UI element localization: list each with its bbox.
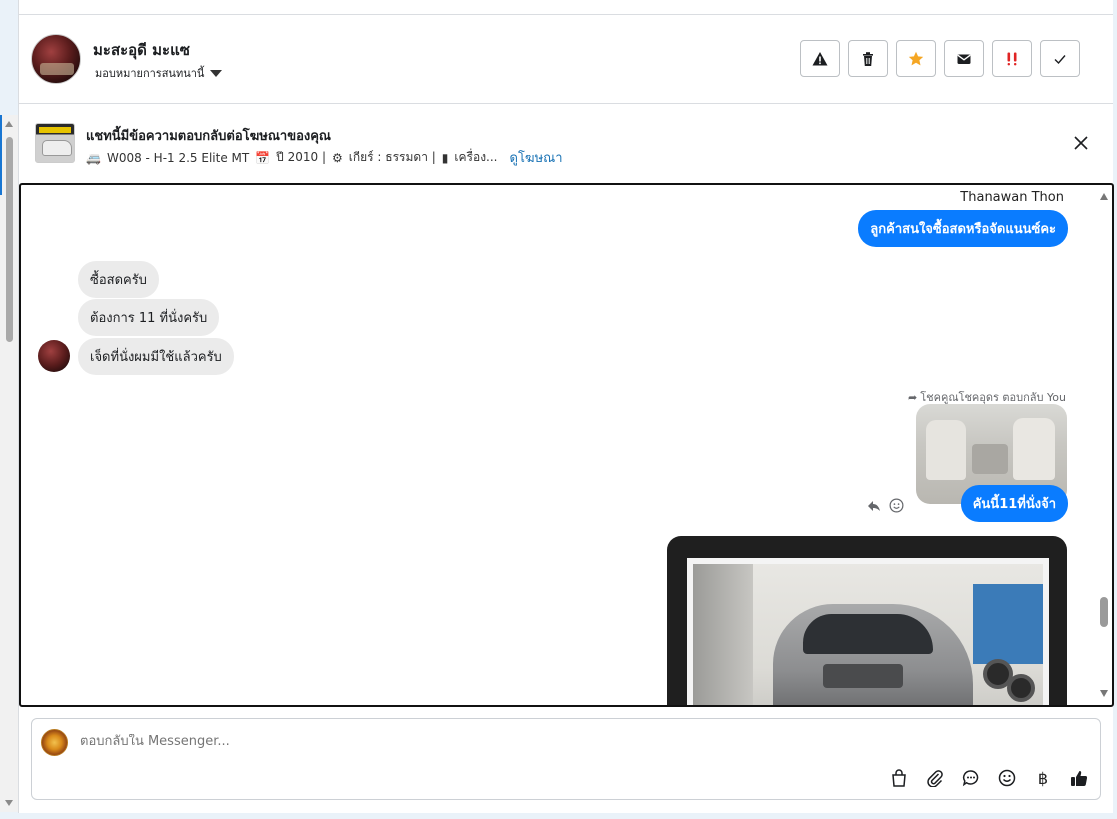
assign-conversation-dropdown[interactable]: มอบหมายการสนทนานี้: [95, 64, 223, 82]
page-scrollbar[interactable]: [0, 115, 18, 812]
contact-avatar-small: [38, 340, 70, 372]
like-button[interactable]: [1068, 767, 1090, 789]
spam-button[interactable]: [992, 40, 1032, 77]
chat-panel: มะสะอุดี มะแซ มอบหมายการสนทนานี้ แชทนี้ม…: [18, 0, 1114, 813]
attach-button[interactable]: [924, 767, 946, 789]
shopping-bag-button[interactable]: [888, 767, 910, 789]
gear-icon: ⚙: [332, 150, 343, 165]
battery-icon: ▮: [441, 150, 449, 165]
image-detail: [1013, 418, 1055, 480]
chat-bubble-icon: [962, 770, 979, 787]
delete-button[interactable]: [848, 40, 888, 77]
conversation-scrollbar[interactable]: [1096, 185, 1112, 705]
van-icon: 🚐: [86, 150, 101, 165]
image-detail: [972, 444, 1008, 474]
van-photo[interactable]: [693, 564, 1043, 705]
conversation-thread[interactable]: Thanawan Thon ลูกค้าสนใจซื้อสดหรือจัดแนน…: [19, 183, 1114, 707]
ad-engine: เครื่อง...: [454, 150, 498, 164]
ad-model: W008 - H-1 2.5 Elite MT: [106, 150, 250, 165]
header-actions: [800, 40, 1080, 77]
emoji-icon: [998, 769, 1016, 787]
ad-gear: เกียร์ : ธรรมดา |: [348, 150, 436, 164]
photo-detail: [1007, 674, 1035, 702]
message-incoming[interactable]: เจ็ดที่นั่งผมมีใช้แล้วครับ: [78, 338, 234, 375]
assign-label: มอบหมายการสนทนานี้: [95, 67, 205, 80]
chat-header: มะสะอุดี มะแซ มอบหมายการสนทนานี้: [19, 16, 1113, 104]
emoji-button[interactable]: [996, 767, 1018, 789]
scroll-accent: [0, 115, 2, 195]
ad-reply-banner: แชทนี้มีข้อความตอบกลับต่อโฆษณาของคุณ 🚐 W…: [19, 105, 1113, 183]
message-outgoing[interactable]: ลูกค้าสนใจซื้อสดหรือจัดแนนซ์คะ: [858, 210, 1068, 247]
photo-detail: [693, 564, 753, 705]
scroll-up-arrow-icon[interactable]: [5, 121, 13, 127]
report-button[interactable]: [800, 40, 840, 77]
contact-name[interactable]: มะสะอุดี มะแซ: [93, 38, 190, 62]
page-avatar: [41, 729, 68, 756]
ad-year: ปี 2010 |: [276, 150, 326, 164]
envelope-icon: [957, 54, 971, 64]
photo-detail: [803, 614, 933, 654]
mark-done-button[interactable]: [1040, 40, 1080, 77]
star-button[interactable]: [896, 40, 936, 77]
trash-icon: [863, 51, 873, 66]
sender-name: Thanawan Thon: [960, 190, 1064, 205]
ad-thumbnail[interactable]: [35, 123, 75, 163]
message-outgoing[interactable]: คันนี้11ที่นั่งจ้า: [960, 485, 1068, 522]
calendar-icon: 📅: [255, 150, 271, 165]
composer-tools: ฿: [888, 767, 1090, 789]
baht-icon: ฿: [1037, 768, 1049, 788]
scroll-up-arrow-icon[interactable]: [1100, 193, 1108, 200]
paperclip-icon: [927, 770, 943, 787]
ad-banner-title: แชทนี้มีข้อความตอบกลับต่อโฆษณาของคุณ: [86, 129, 331, 144]
warning-icon: [812, 51, 828, 65]
shopping-bag-icon: [892, 769, 906, 787]
image-detail: [926, 420, 966, 480]
spam-icon: [1007, 52, 1017, 65]
ad-banner-details: 🚐 W008 - H-1 2.5 Elite MT 📅 ปี 2010 | ⚙ …: [86, 147, 563, 168]
message-tools: [867, 498, 904, 513]
scroll-thumb[interactable]: [6, 137, 13, 342]
message-incoming[interactable]: ซื้อสดครับ: [78, 261, 159, 298]
reply-icon[interactable]: [867, 500, 881, 512]
contact-avatar[interactable]: [31, 34, 81, 84]
image-frame: [687, 558, 1049, 705]
close-icon: [1074, 136, 1088, 150]
chevron-down-icon: [210, 69, 223, 77]
payment-button[interactable]: ฿: [1032, 767, 1054, 789]
scroll-down-arrow-icon[interactable]: [1100, 690, 1108, 697]
photo-detail: [973, 584, 1043, 664]
scroll-down-arrow-icon[interactable]: [5, 800, 13, 806]
mark-unread-button[interactable]: [944, 40, 984, 77]
image-message-card[interactable]: [667, 536, 1067, 705]
message-composer: ฿: [31, 718, 1101, 800]
scroll-thumb[interactable]: [1100, 597, 1108, 627]
view-ad-link[interactable]: ดูโฆษณา: [510, 147, 563, 168]
close-banner-button[interactable]: [1071, 133, 1091, 153]
saved-replies-button[interactable]: [960, 767, 982, 789]
message-incoming[interactable]: ต้องการ 11 ที่นั่งครับ: [78, 299, 220, 336]
top-strip: [19, 0, 1113, 15]
star-icon: [908, 51, 924, 65]
check-icon: [1054, 54, 1066, 64]
reply-arrow-icon: ➦: [908, 390, 918, 404]
photo-detail: [823, 664, 903, 688]
reply-input[interactable]: [80, 734, 880, 749]
thumbs-up-icon: [1071, 771, 1088, 786]
emoji-react-icon[interactable]: [889, 498, 904, 513]
